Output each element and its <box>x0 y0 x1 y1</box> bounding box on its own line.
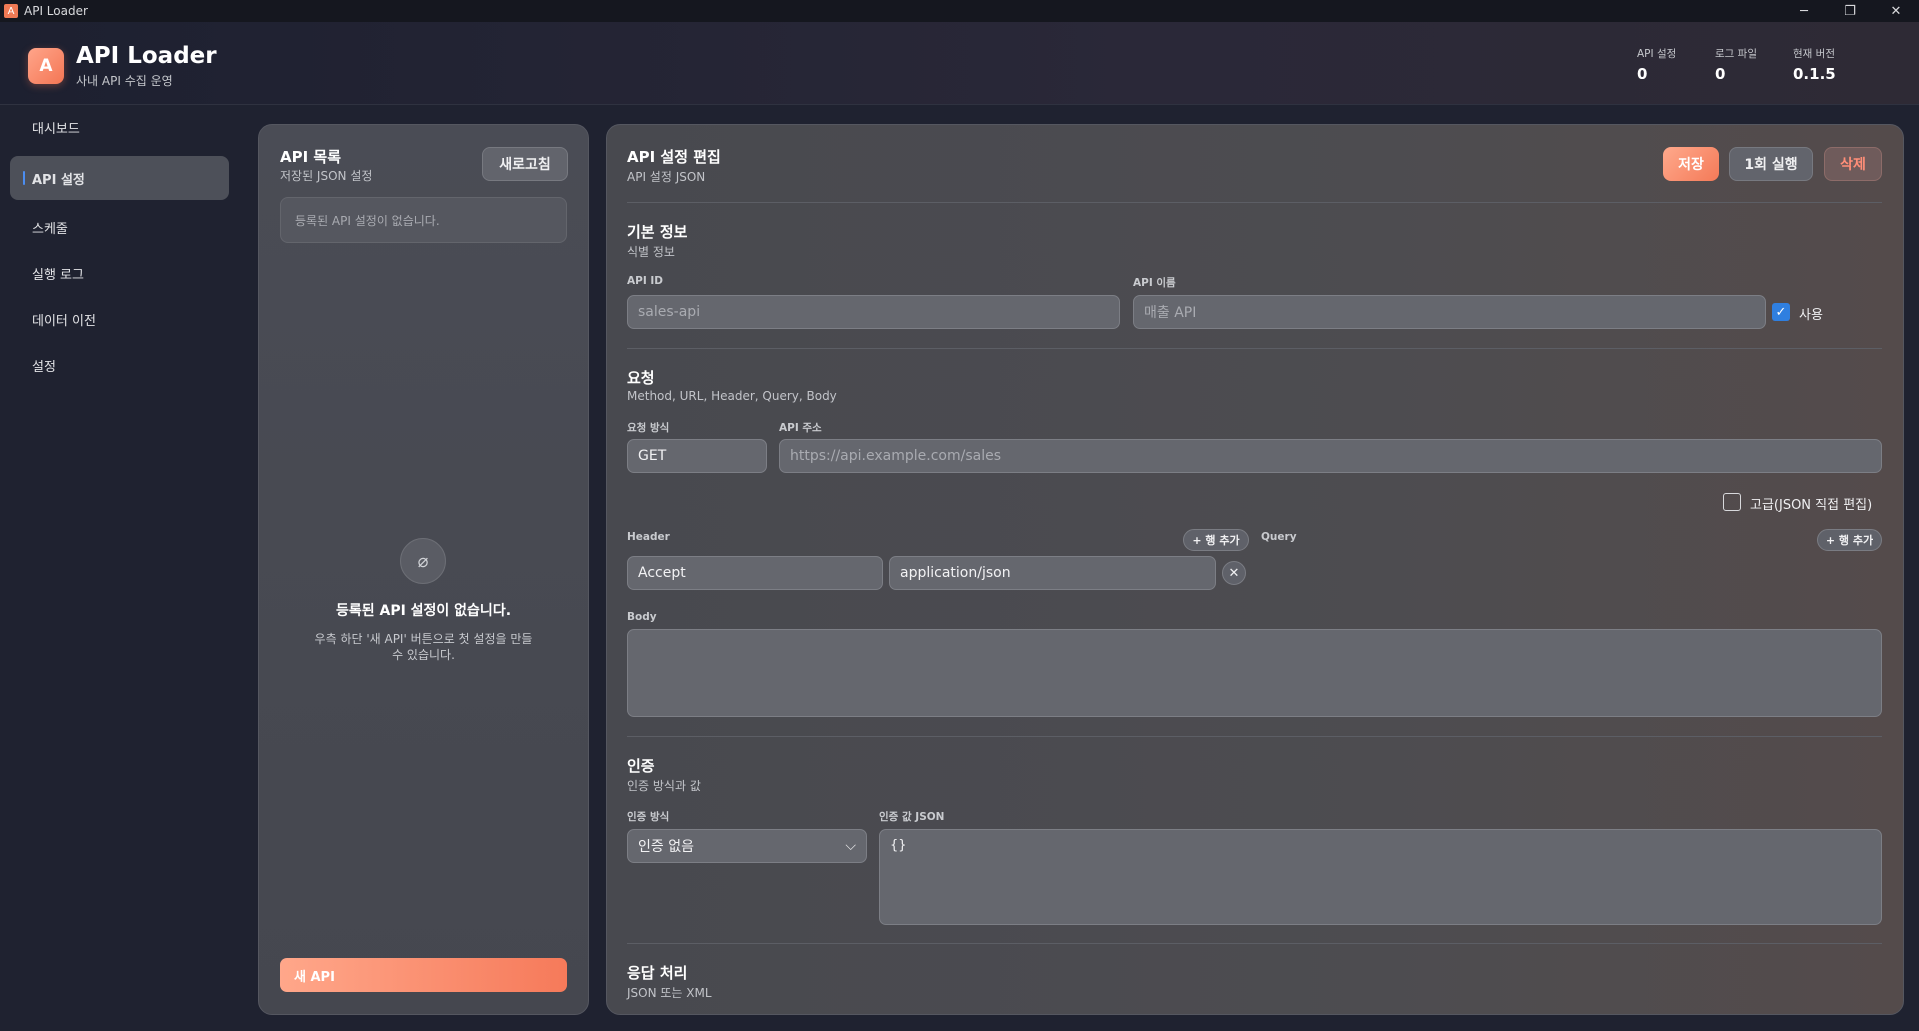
api-name-label: API 이름 <box>1133 277 1176 289</box>
auth-method-value: 인증 없음 <box>638 839 694 855</box>
stat-api-configs: API 설정 0 <box>1637 46 1715 83</box>
window-controls: ─ ❐ ✕ <box>1781 0 1919 22</box>
section-subtitle-auth: 인증 방식과 값 <box>627 779 701 793</box>
section-title-request: 요청 <box>627 369 655 387</box>
header-key-input[interactable]: Accept <box>627 556 883 590</box>
stat-label: 현재 버전 <box>1793 48 1835 60</box>
body-textarea[interactable] <box>627 629 1882 717</box>
app-title: API Loader <box>76 43 217 69</box>
url-input[interactable]: https://api.example.com/sales <box>779 439 1882 473</box>
close-icon[interactable]: ✕ <box>1873 0 1919 22</box>
editor-title: API 설정 편집 <box>627 148 721 166</box>
stat-value: 0 <box>1637 65 1648 83</box>
sidebar-item-schedule[interactable]: 스케줄 <box>10 205 229 249</box>
api-list-title: API 목록 <box>280 148 342 166</box>
sidebar: 대시보드 API 설정 스케줄 실행 로그 데이터 이전 설정 <box>0 105 240 1031</box>
empty-state-title: 등록된 API 설정이 없습니다. <box>335 603 512 619</box>
empty-state-icon: ⌀ <box>400 538 446 584</box>
app-logo: A <box>28 48 64 84</box>
header-stats: API 설정 0 로그 파일 0 현재 버전 0.1.5 <box>1637 46 1871 83</box>
remove-header-row-icon[interactable]: ✕ <box>1222 561 1246 585</box>
sidebar-item-api-settings[interactable]: API 설정 <box>10 156 229 200</box>
auth-method-select[interactable]: 인증 없음 ⌵ <box>627 829 867 863</box>
sidebar-item-data-migration[interactable]: 데이터 이전 <box>10 297 229 341</box>
restore-icon[interactable]: ❐ <box>1827 0 1873 22</box>
enabled-label: 사용 <box>1799 308 1823 323</box>
header-label: Header <box>627 531 670 543</box>
method-input[interactable]: GET <box>627 439 767 473</box>
auth-method-label: 인증 방식 <box>627 811 670 823</box>
header-value-input[interactable]: application/json <box>889 556 1216 590</box>
method-label: 요청 방식 <box>627 422 670 434</box>
delete-button[interactable]: 삭제 <box>1824 147 1882 181</box>
url-label: API 주소 <box>779 422 822 434</box>
sidebar-item-label: 설정 <box>32 359 56 375</box>
window-title-bar: A API Loader ─ ❐ ✕ <box>0 0 1919 22</box>
stat-version: 현재 버전 0.1.5 <box>1793 46 1871 83</box>
sidebar-item-label: 대시보드 <box>32 121 80 137</box>
query-add-row-button[interactable]: + 행 추가 <box>1817 529 1882 551</box>
header-add-row-button[interactable]: + 행 추가 <box>1183 529 1249 551</box>
divider <box>627 202 1882 203</box>
sidebar-item-label: 데이터 이전 <box>32 313 96 329</box>
api-id-label: API ID <box>627 275 664 287</box>
chevron-down-icon: ⌵ <box>845 838 856 854</box>
section-subtitle-basic: 식별 정보 <box>627 245 675 259</box>
run-once-button[interactable]: 1회 실행 <box>1729 147 1813 181</box>
editor-subtitle: API 설정 JSON <box>627 170 706 184</box>
minimize-icon[interactable]: ─ <box>1781 0 1827 22</box>
section-title-response: 응답 처리 <box>627 964 688 982</box>
sidebar-item-label: 스케줄 <box>32 221 68 237</box>
enabled-checkbox[interactable]: ✓ <box>1772 303 1790 321</box>
refresh-button[interactable]: 새로고침 <box>482 147 568 181</box>
api-id-input[interactable]: sales-api <box>627 295 1120 329</box>
app-icon: A <box>4 4 18 18</box>
new-api-button[interactable]: 새 API <box>280 958 567 992</box>
api-name-input[interactable]: 매출 API <box>1133 295 1766 329</box>
auth-value-textarea[interactable]: {} <box>879 829 1882 925</box>
window-title: API Loader <box>24 4 88 18</box>
api-list-panel: API 목록 저장된 JSON 설정 새로고침 등록된 API 설정이 없습니다… <box>258 124 589 1015</box>
divider <box>627 736 1882 737</box>
divider <box>627 348 1882 349</box>
advanced-json-checkbox[interactable] <box>1723 493 1741 511</box>
query-label: Query <box>1261 531 1297 543</box>
stat-log-files: 로그 파일 0 <box>1715 46 1793 83</box>
sidebar-item-label: 실행 로그 <box>32 267 84 283</box>
divider <box>627 943 1882 944</box>
app-subtitle: 사내 API 수집 운영 <box>76 74 173 88</box>
stat-label: 로그 파일 <box>1715 48 1757 60</box>
section-subtitle-response: JSON 또는 XML <box>627 986 712 1000</box>
advanced-json-label: 고급(JSON 직접 편집) <box>1750 498 1873 513</box>
api-list-empty-box: 등록된 API 설정이 없습니다. <box>280 197 567 243</box>
sidebar-item-settings[interactable]: 설정 <box>10 343 229 387</box>
save-button[interactable]: 저장 <box>1663 147 1719 181</box>
section-subtitle-request: Method, URL, Header, Query, Body <box>627 389 837 403</box>
api-list-subtitle: 저장된 JSON 설정 <box>280 169 373 183</box>
stat-label: API 설정 <box>1637 48 1677 60</box>
app-header: A API Loader 사내 API 수집 운영 API 설정 0 로그 파일… <box>0 22 1919 105</box>
sidebar-item-run-logs[interactable]: 실행 로그 <box>10 251 229 295</box>
empty-state-description: 우측 하단 '새 API' 버튼으로 첫 설정을 만들 수 있습니다. <box>314 632 533 662</box>
stat-value: 0 <box>1715 65 1726 83</box>
section-title-basic: 기본 정보 <box>627 223 688 241</box>
body-label: Body <box>627 611 657 623</box>
section-title-auth: 인증 <box>627 757 655 775</box>
stat-value: 0.1.5 <box>1793 65 1836 83</box>
api-editor-panel: API 설정 편집 API 설정 JSON 저장 1회 실행 삭제 기본 정보 … <box>606 124 1904 1015</box>
sidebar-item-dashboard[interactable]: 대시보드 <box>10 105 229 149</box>
sidebar-item-label: API 설정 <box>32 172 85 188</box>
auth-value-label: 인증 값 JSON <box>879 811 945 823</box>
